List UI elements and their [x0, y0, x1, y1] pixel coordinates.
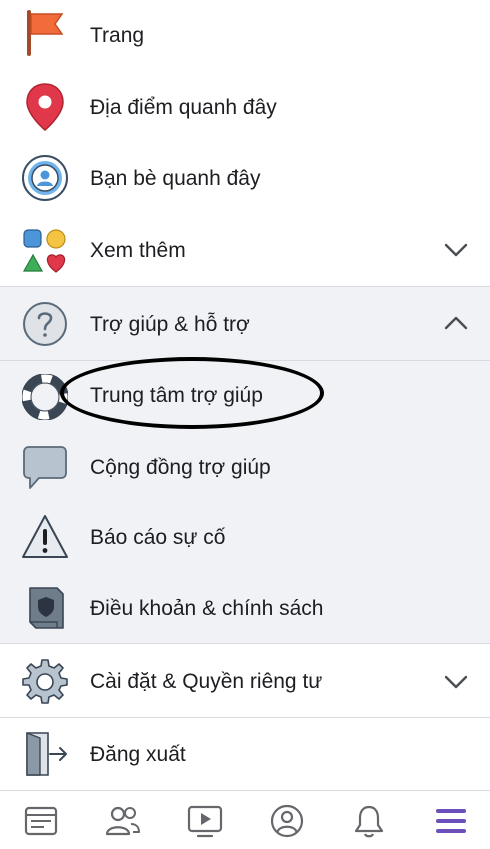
- menu-section-help-support[interactable]: Trợ giúp & hỗ trợ: [0, 287, 490, 360]
- menu-item-nearby-friends[interactable]: Bạn bè quanh đây: [0, 142, 490, 214]
- menu-item-label: Trang: [90, 24, 145, 47]
- menu-item-label: Trợ giúp & hỗ trợ: [90, 313, 250, 336]
- menu-item-label: Điều khoản & chính sách: [90, 597, 324, 620]
- warning-icon: [20, 512, 70, 562]
- menu-item-label: Báo cáo sự cố: [90, 526, 226, 549]
- notifications-icon[interactable]: [349, 801, 389, 841]
- friends-icon[interactable]: [103, 801, 143, 841]
- menu-item-pages[interactable]: Trang: [0, 0, 490, 72]
- menu-item-log-out[interactable]: Đăng xuất: [0, 718, 490, 790]
- menu-item-terms-policies[interactable]: Điều khoản & chính sách: [0, 573, 490, 643]
- menu-item-see-more[interactable]: Xem thêm: [0, 214, 490, 286]
- menu-section-settings-privacy[interactable]: Cài đặt & Quyền riêng tư: [0, 644, 490, 717]
- menu-icon[interactable]: [431, 801, 471, 841]
- menu-item-label: Cài đặt & Quyền riêng tư: [90, 670, 323, 693]
- nearby-friends-icon: [20, 153, 70, 203]
- profile-icon[interactable]: [267, 801, 307, 841]
- policy-book-icon: [20, 583, 70, 633]
- menu-item-label: Địa điểm quanh đây: [90, 96, 277, 119]
- speech-bubble-icon: [20, 442, 70, 492]
- question-mark-icon: [20, 299, 70, 349]
- shapes-icon: [20, 226, 70, 276]
- gear-icon: [20, 656, 70, 706]
- chevron-down-icon: [444, 243, 468, 257]
- menu-item-label: Đăng xuất: [90, 743, 186, 766]
- log-out-door-icon: [20, 729, 70, 779]
- watch-icon[interactable]: [185, 801, 225, 841]
- location-pin-icon: [20, 82, 70, 132]
- bottom-tab-bar: [0, 790, 490, 849]
- menu-item-nearby-places[interactable]: Địa điểm quanh đây: [0, 72, 490, 142]
- annotation-oval: [60, 357, 324, 429]
- menu-item-label: Cộng đồng trợ giúp: [90, 456, 271, 479]
- chevron-up-icon: [444, 316, 468, 330]
- menu-item-help-community[interactable]: Cộng đồng trợ giúp: [0, 432, 490, 502]
- menu-item-label: Xem thêm: [90, 239, 186, 262]
- flag-icon: [20, 8, 70, 58]
- chevron-down-icon: [444, 675, 468, 689]
- news-feed-icon[interactable]: [21, 801, 61, 841]
- menu-item-report-problem[interactable]: Báo cáo sự cố: [0, 502, 490, 573]
- menu-item-label: Bạn bè quanh đây: [90, 167, 261, 190]
